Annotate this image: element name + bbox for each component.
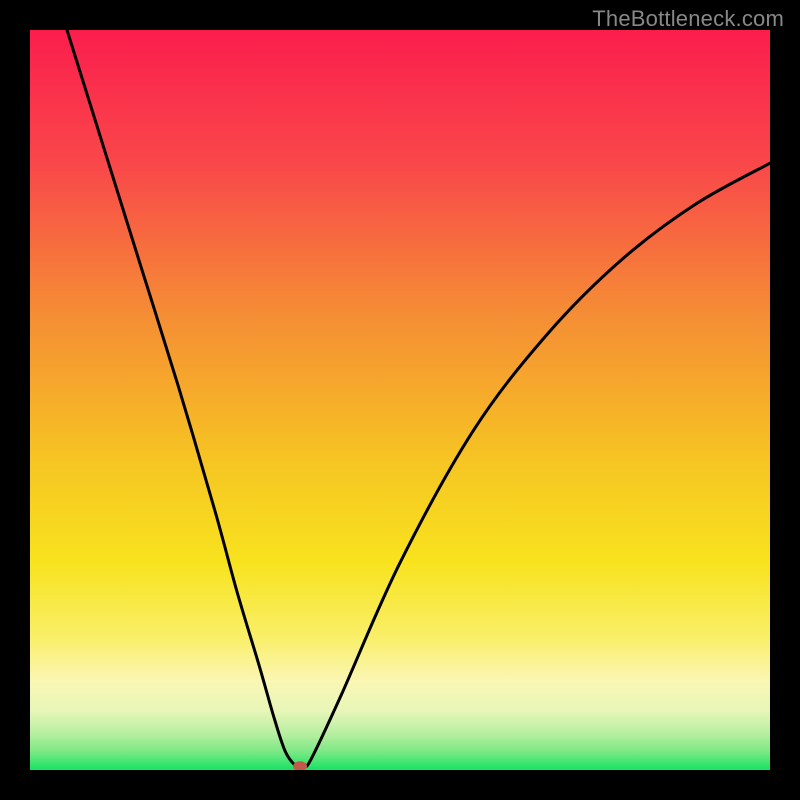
watermark-text: TheBottleneck.com <box>592 6 784 32</box>
plot-area <box>30 30 770 770</box>
chart-frame: TheBottleneck.com <box>0 0 800 800</box>
chart-svg <box>30 30 770 770</box>
gradient-background <box>30 30 770 770</box>
